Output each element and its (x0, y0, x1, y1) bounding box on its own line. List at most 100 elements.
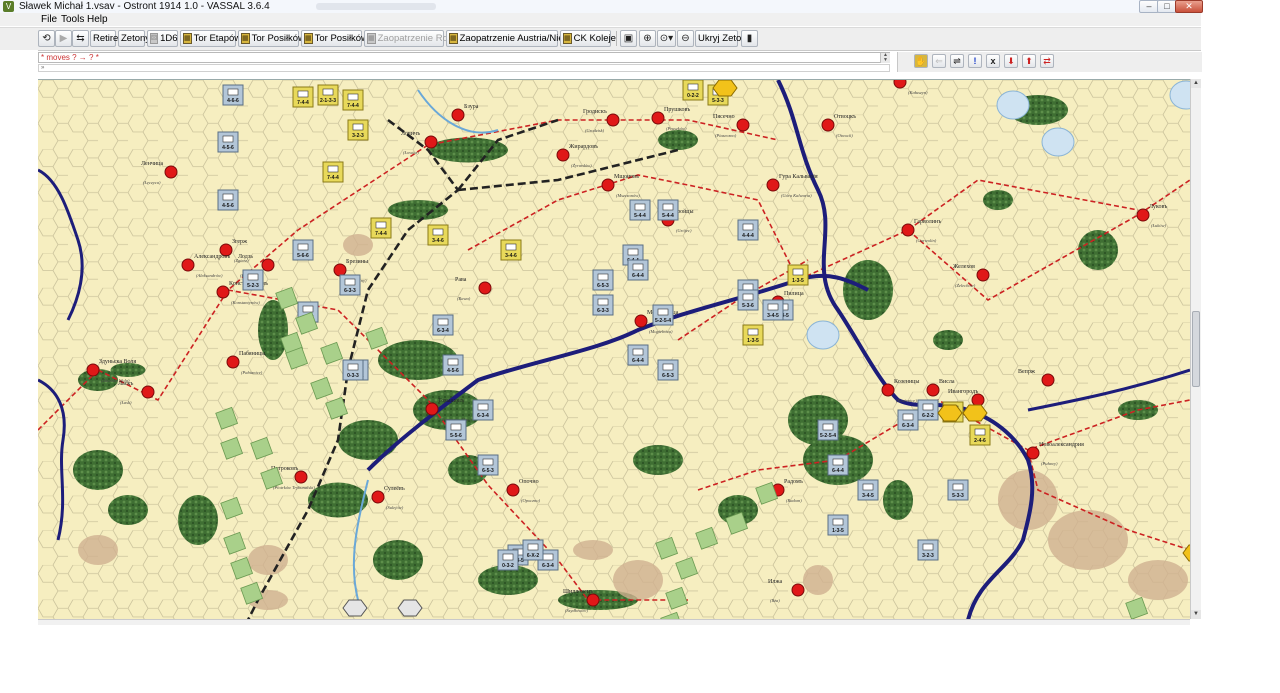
unit-symbol (822, 423, 834, 431)
unit-symbol (502, 553, 514, 561)
unit-strength: 5-3-3 (712, 98, 724, 104)
city-subname: (Mszczonów) (616, 193, 640, 198)
maximize-button[interactable]: □ (1157, 0, 1177, 13)
map-horizontal-scrollbar[interactable] (38, 619, 1190, 625)
window-title: Sławek Michał 1.vsav - Ostront 1914 1.0 … (19, 1, 270, 12)
tor-etapow-button[interactable]: ▦ Tor Etapów (180, 30, 241, 47)
city-marker (821, 118, 835, 132)
unit-strength: 2-1-3-3 (320, 98, 336, 104)
city-marker (333, 263, 347, 277)
unit-symbol (297, 90, 309, 98)
city-name: Ленчица (141, 161, 163, 167)
minimize-button[interactable]: – (1139, 0, 1159, 13)
play-icon[interactable]: ▶ (55, 30, 72, 47)
city-marker (736, 118, 750, 132)
retire-button[interactable]: Retire (90, 30, 119, 47)
unit-counter: 3-4-6 (500, 239, 522, 261)
unit-counter: 3-4-5 (762, 299, 784, 321)
chat-log[interactable]: * moves ? → ? * (38, 52, 890, 63)
chat-scrollbar[interactable]: ▲ ▼ (880, 53, 890, 63)
city-subname: (Otwock) (836, 133, 853, 138)
forest-area (108, 495, 148, 525)
menubar: File Tools Help (0, 13, 1201, 26)
step-icon[interactable]: ⟲ (38, 30, 55, 47)
counter-icon[interactable]: ▮ (741, 30, 758, 47)
unit-counter: 4-4-4 (737, 219, 759, 241)
city-subname: (Łask) (120, 400, 132, 405)
unit-symbol (627, 248, 639, 256)
dice-label: 1D6 (160, 33, 178, 44)
refresh-icon[interactable]: ⇆ (72, 30, 89, 47)
undo-icon[interactable]: ⇐ (932, 54, 946, 68)
unit-symbol (792, 268, 804, 276)
trench-marker (397, 599, 423, 617)
zoom-in-icon[interactable]: ⊕ (639, 30, 656, 47)
zetony-button[interactable]: Zetony (118, 30, 150, 47)
ck-koleje-button[interactable]: ▦ CK Koleje (560, 30, 616, 47)
fortress-marker (937, 404, 963, 422)
unit-strength: 5-2-5-4 (820, 433, 836, 439)
city-subname: (Iłża) (770, 598, 780, 603)
close-x-icon[interactable]: x (986, 54, 1000, 68)
screenshot-icon[interactable]: ▣ (620, 30, 637, 47)
close-button[interactable]: ✕ (1175, 0, 1203, 13)
game-map[interactable]: Ленчица (Łęczyca) Згерж (Zgierz) Александров… (38, 79, 1190, 620)
zaopatrzenie-austria-button[interactable]: ▦ Zaopatrzenie Austria/Niemcy (446, 30, 581, 47)
fortress-marker (712, 80, 738, 97)
unit-counter: 0-3-2 (497, 549, 519, 571)
city-subname: (Żyrardów) (571, 163, 592, 168)
zaopatrzenie-rosja-button[interactable]: ▦ Zaopatrzenie Rosja (364, 30, 460, 47)
forest-area (178, 495, 218, 545)
unit-symbol (632, 348, 644, 356)
city-subname: (Piotrków Trybunalski) (273, 485, 315, 490)
swap-icon[interactable]: ⇌ (950, 54, 964, 68)
unit-symbol (832, 518, 844, 526)
flag-up-icon[interactable]: ⬆ (1022, 54, 1036, 68)
menu-tools[interactable]: Tools (61, 13, 84, 26)
unit-strength: 7-4-4 (375, 231, 387, 237)
unit-strength: 0-2-2 (687, 93, 699, 99)
scroll-thumb[interactable] (1192, 311, 1200, 387)
ukryj-zetony-button[interactable]: Ukryj Zetony (695, 30, 751, 47)
retire-label: Retire (93, 33, 119, 44)
chat-input[interactable]: » (38, 64, 890, 72)
unit-counter: 3-4-5 (857, 479, 879, 501)
unit-symbol (222, 193, 234, 201)
city-subname: (Rawa) (457, 296, 471, 301)
city-subname: (Kozienice) (896, 398, 917, 403)
unit-strength: 1-3-5 (792, 278, 804, 284)
dice-1d6-button[interactable]: ⚄ 1D6 (147, 30, 178, 47)
unit-symbol (505, 243, 517, 251)
unit-counter: 6-4-4 (827, 454, 849, 476)
unit-symbol (952, 483, 964, 491)
zoom-out-icon[interactable]: ⊖ (677, 30, 694, 47)
tor-posilkow-1-button[interactable]: ▦ Tor Posiłków (238, 30, 305, 47)
tor-posilkow-2-label: Tor Posiłków (314, 33, 368, 44)
menu-file[interactable]: File (41, 13, 57, 26)
chat-log-line: * moves ? → ? * (41, 53, 99, 62)
unit-strength: 4-5-6 (222, 145, 234, 151)
unit-counter: 7-4-4 (370, 217, 392, 239)
railway-icon: ▦ (563, 33, 572, 44)
city-marker (478, 281, 492, 295)
alert-icon[interactable]: ! (968, 54, 982, 68)
scroll-down-arrow[interactable]: ▼ (1191, 610, 1201, 619)
hand-icon[interactable]: ✋ (914, 54, 928, 68)
city-name: Томашовъ (438, 398, 464, 404)
city-name: Шидловецъ (563, 589, 593, 595)
city-name: Жирардовъ (569, 144, 598, 150)
zoom-select-icon[interactable]: ⊙▾ (657, 30, 676, 47)
unit-symbol (974, 428, 986, 436)
city-subname: (Łuków) (1151, 223, 1167, 228)
city-marker (506, 483, 520, 497)
city-subname: (Radom) (786, 498, 802, 503)
transfer-icon[interactable]: ⇄ (1040, 54, 1054, 68)
tor-posilkow-2-button[interactable]: ▦ Tor Posiłków (301, 30, 368, 47)
map-vertical-scrollbar[interactable]: ▲ ▼ (1190, 79, 1201, 619)
menu-help[interactable]: Help (87, 13, 108, 26)
scroll-up-arrow[interactable]: ▲ (1191, 79, 1201, 88)
trench-marker (342, 599, 368, 617)
unit-symbol (482, 458, 494, 466)
flag-down-icon[interactable]: ⬇ (1004, 54, 1018, 68)
map-board[interactable]: Ленчица(Łęczyca)Згерж(Zgierz)Александров… (38, 80, 1190, 620)
